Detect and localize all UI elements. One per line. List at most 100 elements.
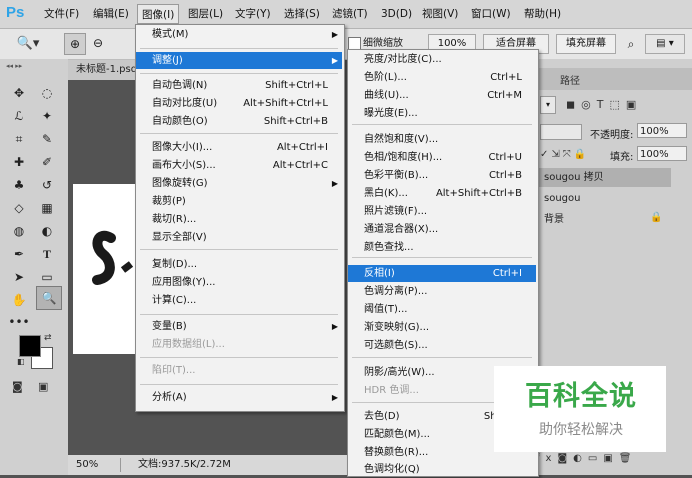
dodge-tool-icon[interactable]: ◐ <box>36 221 58 241</box>
adjust-menu-item[interactable]: 阈值(T)... <box>348 301 536 318</box>
menu-layer[interactable]: 图层(L) <box>184 4 227 24</box>
image-menu-item[interactable]: 计算(C)... <box>136 292 342 309</box>
adjust-menu-item[interactable]: 曲线(U)... Ctrl+M <box>348 87 536 104</box>
move-tool-icon[interactable]: ✥ <box>8 83 30 103</box>
pen-tool-icon[interactable]: ✒ <box>8 244 30 264</box>
adjust-menu-item-label: 曝光度(E)... <box>364 108 418 119</box>
eraser-tool-icon[interactable]: ◇ <box>8 198 30 218</box>
opacity-input[interactable]: 100% <box>637 123 687 138</box>
image-menu-item[interactable]: 显示全部(V) <box>136 229 342 246</box>
adjust-menu-item[interactable]: 色调均化(Q) <box>348 461 536 478</box>
image-menu-item[interactable]: 图像旋转(G) ▶ <box>136 175 342 192</box>
image-menu-item[interactable]: 分析(A) ▶ <box>136 389 342 406</box>
adjust-menu-item[interactable]: 反相(I) Ctrl+I <box>348 265 536 282</box>
adjust-menu-item-shortcut: Ctrl+L <box>490 72 522 83</box>
screen-mode-icon[interactable]: ▣ <box>38 380 48 393</box>
image-menu-item[interactable]: 自动颜色(O) Shift+Ctrl+B <box>136 113 342 130</box>
adjust-menu-item[interactable]: 色相/饱和度(H)... Ctrl+U <box>348 149 536 166</box>
image-menu-item[interactable]: 自动对比度(U) Alt+Shift+Ctrl+L <box>136 95 342 112</box>
image-menu-item[interactable]: 复制(D)... <box>136 256 342 273</box>
menu-3d[interactable]: 3D(D) <box>377 4 416 24</box>
image-menu-item-label: 自动颜色(O) <box>152 116 208 127</box>
layer-row[interactable]: sougou <box>536 189 671 208</box>
document-canvas[interactable] <box>73 184 135 354</box>
adjust-menu-item[interactable]: 色调分离(P)... <box>348 283 536 300</box>
clone-stamp-tool-icon[interactable]: ♣ <box>8 175 30 195</box>
layer-row[interactable]: sougou 拷贝 <box>536 168 671 187</box>
healing-brush-tool-icon[interactable]: ✚ <box>8 152 30 172</box>
menu-select[interactable]: 选择(S) <box>280 4 324 24</box>
type-tool-icon[interactable]: T <box>36 244 58 264</box>
zoom-tool-preset-icon[interactable]: 🔍▾ <box>8 32 48 56</box>
image-menu-item-label: 图像旋转(G) <box>152 178 208 189</box>
menu-window[interactable]: 窗口(W) <box>467 4 515 24</box>
image-menu-item[interactable]: 自动色调(N) Shift+Ctrl+L <box>136 77 342 94</box>
crop-tool-icon[interactable]: ⌗ <box>8 129 30 149</box>
gradient-tool-icon[interactable]: ▦ <box>36 198 58 218</box>
lock-icons[interactable]: ✓⇲⤧🔒 <box>540 148 606 162</box>
workspace-switcher-icon[interactable]: ▤ ▾ <box>645 34 685 54</box>
image-menu-item-shortcut: Shift+Ctrl+B <box>263 116 328 127</box>
image-menu-item[interactable]: 图像大小(I)... Alt+Ctrl+I <box>136 139 342 156</box>
tools-panel-collapse-icon[interactable]: ◂◂ ▸▸ <box>6 62 62 70</box>
zoom-out-icon[interactable]: ⊖ <box>88 33 108 53</box>
zoom-level[interactable]: 50% <box>76 458 121 472</box>
image-menu-item[interactable]: 应用图像(Y)... <box>136 274 342 291</box>
brush-tool-icon[interactable]: ✐ <box>36 152 58 172</box>
quick-mask-icon[interactable]: ◙ <box>12 380 23 393</box>
lasso-tool-icon[interactable]: ℒ <box>8 106 30 126</box>
layers-panel-footer-icons[interactable]: fx◙◐▭▣🗑 <box>536 452 692 475</box>
image-menu-item[interactable]: 裁切(R)... <box>136 211 342 228</box>
image-menu-item[interactable]: 裁剪(P) <box>136 193 342 210</box>
more-tools-icon[interactable]: ••• <box>8 312 30 332</box>
layer-filter-icons[interactable]: ◼◎T⬚▣ <box>566 96 686 114</box>
menu-image[interactable]: 图像(I) <box>137 4 180 24</box>
adjust-menu-item[interactable]: 可选颜色(S)... <box>348 337 536 354</box>
image-menu-item[interactable]: 变量(B) ▶ <box>136 318 342 335</box>
image-menu-item[interactable]: 模式(M) ▶ <box>136 26 342 43</box>
menu-filter[interactable]: 滤镜(T) <box>328 4 372 24</box>
tab-paths[interactable]: 路径 <box>560 72 580 87</box>
image-menu-item-label: 陷印(T)... <box>152 365 196 376</box>
eyedropper-tool-icon[interactable]: ✎ <box>36 129 58 149</box>
history-brush-tool-icon[interactable]: ↺ <box>36 175 58 195</box>
marquee-tool-icon[interactable]: ◌ <box>36 83 58 103</box>
fill-screen-button[interactable]: 填充屏幕 <box>556 34 616 54</box>
rectangle-tool-icon[interactable]: ▭ <box>36 267 58 287</box>
document-info: 文档:937.5K/2.72M <box>138 459 231 470</box>
menu-type[interactable]: 文字(Y) <box>231 4 275 24</box>
menu-edit[interactable]: 编辑(E) <box>89 4 133 24</box>
search-icon[interactable]: ⌕ <box>622 34 640 54</box>
foreground-color-swatch[interactable] <box>19 335 41 357</box>
adjust-menu-item[interactable]: 通道混合器(X)... <box>348 221 536 238</box>
adjust-menu-item-label: 照片滤镜(F)... <box>364 206 428 217</box>
fill-input[interactable]: 100% <box>637 146 687 161</box>
blur-tool-icon[interactable]: ◍ <box>8 221 30 241</box>
adjust-menu-item[interactable]: 色彩平衡(B)... Ctrl+B <box>348 167 536 184</box>
hand-tool-icon[interactable]: ✋ <box>8 290 30 310</box>
adjust-menu-item[interactable]: 黑白(K)... Alt+Shift+Ctrl+B <box>348 185 536 202</box>
path-selection-tool-icon[interactable]: ➤ <box>8 267 30 287</box>
adjust-menu-item[interactable]: 色阶(L)... Ctrl+L <box>348 69 536 86</box>
blend-mode-dropdown[interactable] <box>540 124 582 140</box>
adjust-menu-item[interactable]: 照片滤镜(F)... <box>348 203 536 220</box>
photoshop-logo: Ps <box>6 4 25 21</box>
layer-filter-dropdown[interactable]: ▾ <box>540 96 556 114</box>
adjust-menu-item-label: 色调分离(P)... <box>364 286 428 297</box>
adjust-menu-item[interactable]: 颜色查找... <box>348 239 536 256</box>
adjust-menu-item[interactable]: 自然饱和度(V)... <box>348 131 536 148</box>
adjust-menu-item[interactable]: 亮度/对比度(C)... <box>348 51 536 68</box>
zoom-tool-icon[interactable]: 🔍 <box>36 286 62 310</box>
image-menu-item[interactable]: 画布大小(S)... Alt+Ctrl+C <box>136 157 342 174</box>
swap-colors-icon[interactable]: ⇄ <box>44 333 52 343</box>
menu-view[interactable]: 视图(V) <box>418 4 462 24</box>
adjust-menu-item[interactable]: 渐变映射(G)... <box>348 319 536 336</box>
menu-help[interactable]: 帮助(H) <box>520 4 565 24</box>
document-tab[interactable]: 未标题-1.psd <box>68 60 136 80</box>
adjust-menu-item[interactable]: 曝光度(E)... <box>348 105 536 122</box>
image-menu-item[interactable]: 调整(J) ▶ <box>136 52 342 69</box>
zoom-in-icon[interactable]: ⊕ <box>64 33 86 55</box>
menu-file[interactable]: 文件(F) <box>40 4 83 24</box>
magic-wand-tool-icon[interactable]: ✦ <box>36 106 58 126</box>
default-colors-icon[interactable]: ◧ <box>17 357 25 366</box>
